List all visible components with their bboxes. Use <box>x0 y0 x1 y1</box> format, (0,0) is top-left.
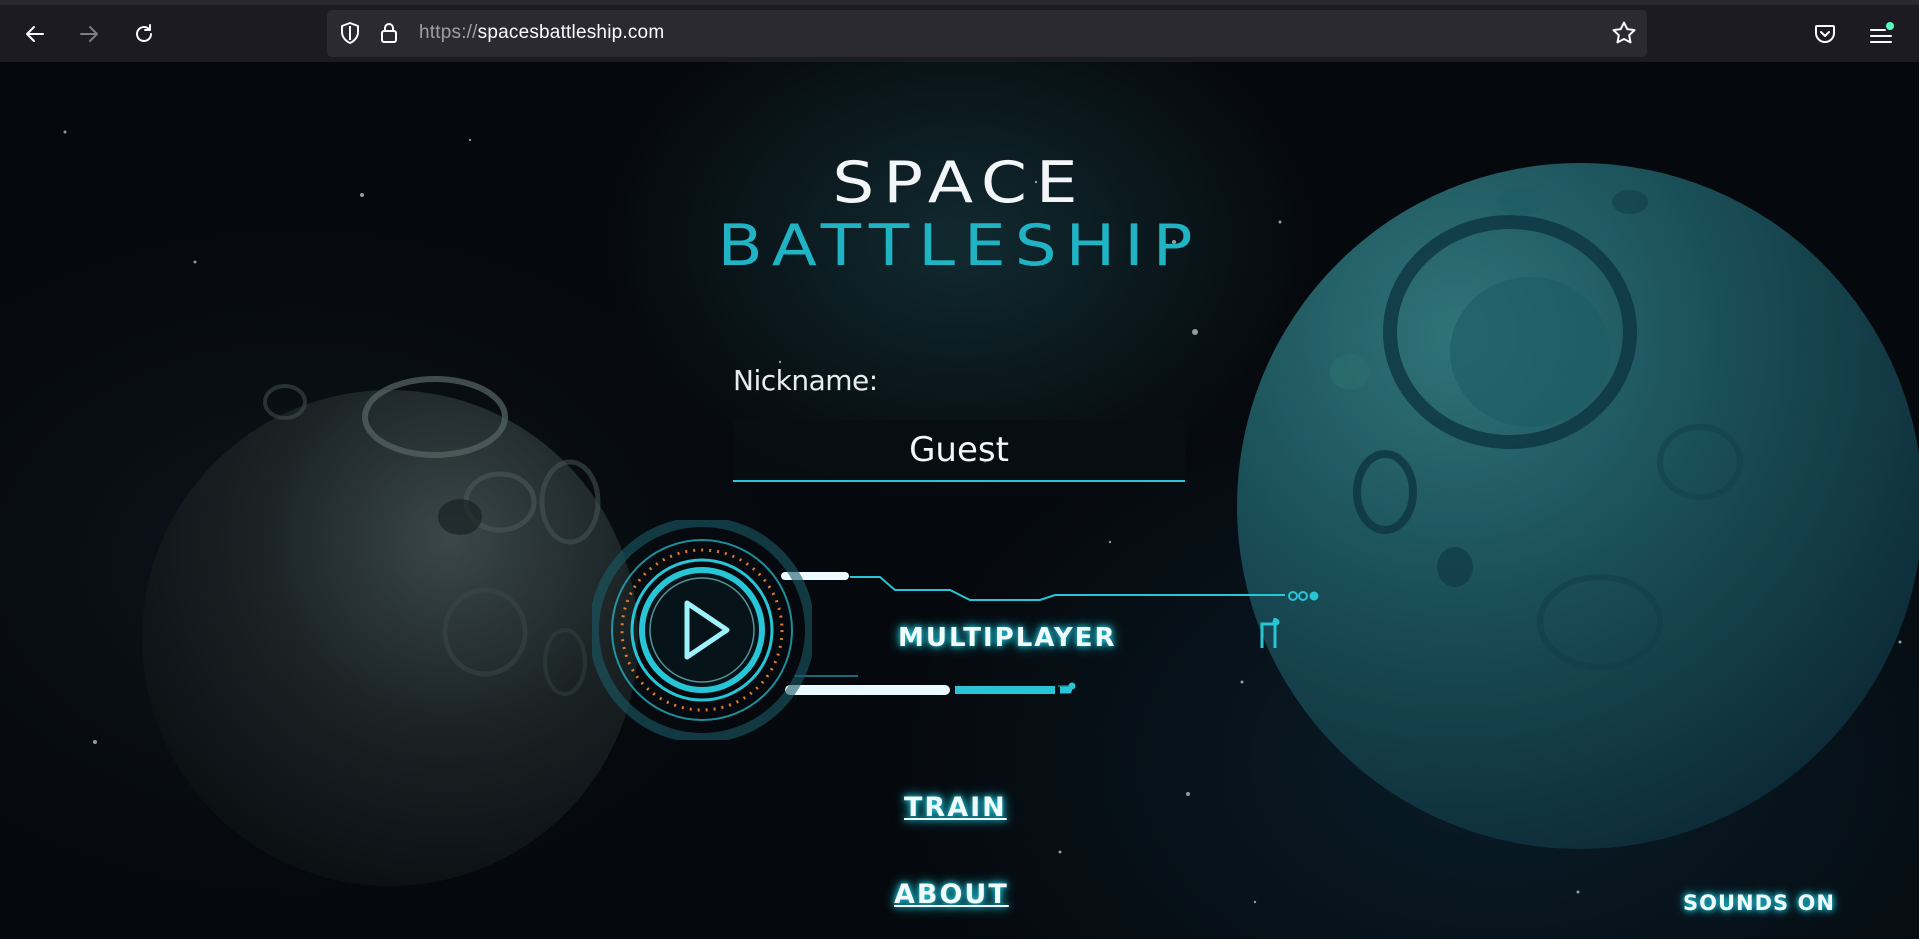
play-button[interactable] <box>589 517 815 744</box>
url-text[interactable]: https://spacesbattleship.com <box>419 22 664 44</box>
hamburger-menu-icon[interactable] <box>1868 22 1896 50</box>
lock-icon[interactable] <box>379 21 399 45</box>
browser-toolbar: https://spacesbattleship.com <box>0 0 1919 62</box>
play-icon <box>589 517 815 743</box>
forward-button[interactable] <box>72 17 106 51</box>
url-scheme: https:// <box>419 22 478 43</box>
multiplayer-button[interactable]: MULTIPLAYER <box>898 623 1117 653</box>
reload-button[interactable] <box>127 17 161 51</box>
pocket-icon[interactable] <box>1813 22 1837 46</box>
reload-icon <box>136 24 152 42</box>
nickname-label: Nickname: <box>733 364 878 397</box>
train-button[interactable]: TRAIN <box>904 792 1007 823</box>
game-screen: SPACE BATTLESHIP Nickname: MULTIPLAYER T… <box>0 62 1919 939</box>
left-planet <box>142 376 638 886</box>
about-button[interactable]: ABOUT <box>894 879 1009 910</box>
sounds-toggle[interactable]: SOUNDS ON <box>1683 891 1835 915</box>
url-bar[interactable]: https://spacesbattleship.com <box>327 10 1647 57</box>
back-button[interactable] <box>18 17 52 51</box>
nickname-input[interactable] <box>733 420 1185 482</box>
title-battleship: BATTLESHIP <box>717 212 1202 279</box>
shield-icon[interactable] <box>339 21 361 45</box>
back-arrow-icon <box>26 26 44 42</box>
title-space: SPACE <box>832 149 1087 216</box>
forward-arrow-icon <box>80 26 98 42</box>
star-icon[interactable] <box>1611 20 1637 46</box>
url-host: spacesbattleship.com <box>477 22 665 43</box>
